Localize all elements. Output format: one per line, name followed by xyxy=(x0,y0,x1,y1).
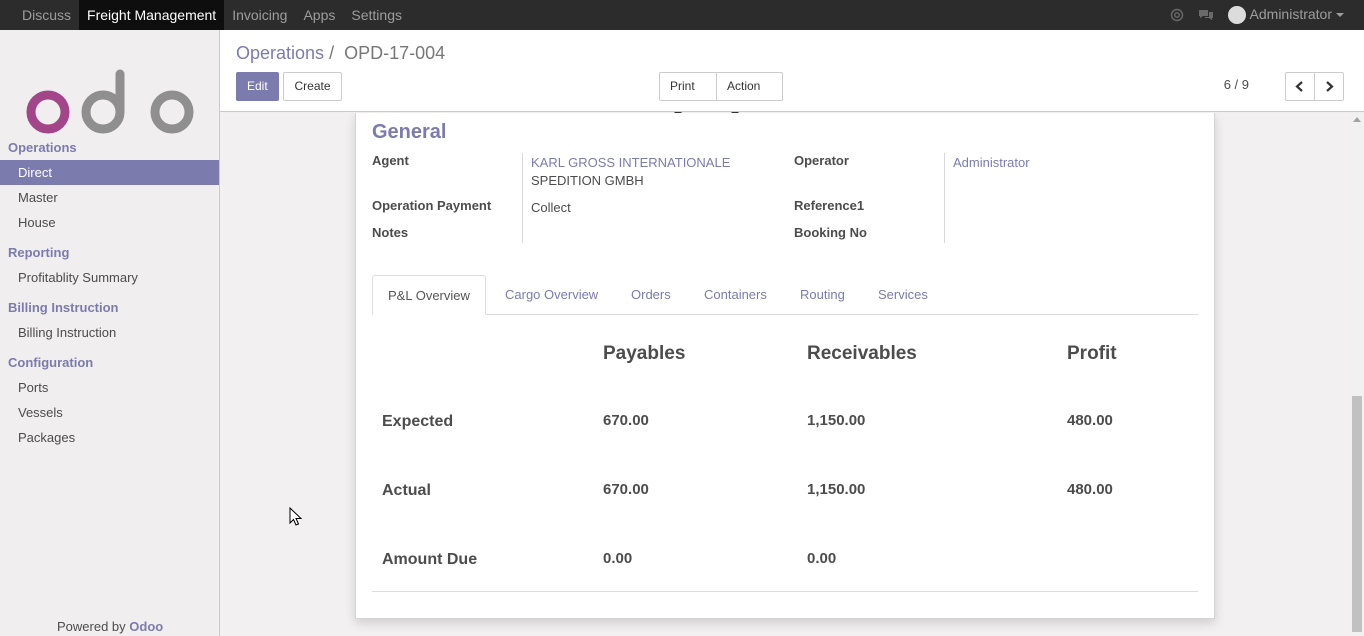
field-divider xyxy=(944,153,945,243)
print-dropdown[interactable]: Print xyxy=(659,72,717,116)
tab-routing[interactable]: Routing xyxy=(785,275,860,315)
pager-previous-button[interactable] xyxy=(1285,72,1315,101)
control-panel: Operations / OPD-17-004 Edit Create Prin… xyxy=(220,30,1364,116)
tab-pl-overview[interactable]: P&L Overview xyxy=(372,275,486,315)
section-title-general: General xyxy=(372,121,447,143)
user-name: Administrator xyxy=(1249,5,1332,22)
sidebar: Operations Direct Master House Reporting… xyxy=(0,30,220,636)
form-sheet: General Agent KARL GROSS INTERNATIONALE … xyxy=(355,113,1215,619)
sidebar-section-configuration: Configuration xyxy=(8,355,94,370)
sidebar-item-billing-instruction[interactable]: Billing Instruction xyxy=(0,320,219,345)
menu-apps[interactable]: Apps xyxy=(295,0,343,30)
menu-invoicing[interactable]: Invoicing xyxy=(224,0,295,30)
row-label-actual: Actual xyxy=(382,482,431,499)
edit-button[interactable]: Edit xyxy=(236,72,279,101)
field-divider xyxy=(522,153,523,243)
expected-payables: 670.00 xyxy=(603,412,649,429)
breadcrumb-current: OPD-17-004 xyxy=(344,43,446,63)
sidebar-item-profitability-summary[interactable]: Profitablity Summary xyxy=(0,265,219,290)
agent-value-line2: SPEDITION GMBH xyxy=(531,173,644,188)
top-right-systray: Administrator xyxy=(1170,0,1344,30)
tab-containers[interactable]: Containers xyxy=(689,275,782,315)
powered-by-prefix: Powered by xyxy=(57,619,126,634)
operation-payment-label: Operation Payment xyxy=(372,198,492,213)
create-button[interactable]: Create xyxy=(283,72,342,101)
menu-freight-management[interactable]: Freight Management xyxy=(79,0,225,30)
chevron-right-icon xyxy=(1326,81,1334,92)
breadcrumb-operations[interactable]: Operations xyxy=(236,43,324,63)
powered-by: Powered by Odoo xyxy=(57,619,163,634)
agent-value-line1: KARL GROSS INTERNATIONALE xyxy=(531,155,731,170)
top-menu: Discuss Freight Management Invoicing App… xyxy=(14,0,410,30)
odoo-logo[interactable] xyxy=(26,64,194,140)
tab-services[interactable]: Services xyxy=(863,275,943,315)
form-view: General Agent KARL GROSS INTERNATIONALE … xyxy=(220,113,1350,636)
sidebar-item-packages[interactable]: Packages xyxy=(0,425,219,450)
agent-label: Agent xyxy=(372,153,409,168)
menu-discuss[interactable]: Discuss xyxy=(14,0,79,30)
top-navbar: Discuss Freight Management Invoicing App… xyxy=(0,0,1364,30)
amount-due-payables: 0.00 xyxy=(603,550,633,567)
operator-label: Operator xyxy=(794,153,849,168)
booking-no-label: Booking No xyxy=(794,225,867,240)
menu-settings[interactable]: Settings xyxy=(343,0,410,30)
action-label: Action xyxy=(727,79,761,93)
row-label-expected: Expected xyxy=(382,413,454,430)
sidebar-menu: Operations Direct Master House Reporting… xyxy=(0,136,219,450)
breadcrumb: Operations / OPD-17-004 xyxy=(236,43,445,64)
mouse-cursor-icon xyxy=(289,507,303,526)
vertical-scrollbar[interactable] xyxy=(1350,113,1364,636)
print-label: Print xyxy=(670,79,695,93)
column-header-receivables: Receivables xyxy=(807,343,917,364)
actual-profit: 480.00 xyxy=(1067,481,1113,498)
breadcrumb-separator: / xyxy=(329,43,335,63)
sidebar-section-operations: Operations xyxy=(8,140,77,155)
row-label-amount-due: Amount Due xyxy=(382,551,478,568)
reference1-label: Reference1 xyxy=(794,198,865,213)
powered-by-odoo-link[interactable]: Odoo xyxy=(129,619,163,634)
avatar xyxy=(1227,6,1246,25)
actual-payables: 670.00 xyxy=(603,481,649,498)
notes-label: Notes xyxy=(372,225,409,240)
sidebar-item-house[interactable]: House xyxy=(0,210,219,235)
tab-orders[interactable]: Orders xyxy=(616,275,686,315)
sidebar-item-vessels[interactable]: Vessels xyxy=(0,400,219,425)
expected-profit: 480.00 xyxy=(1067,412,1113,429)
sidebar-section-billing-instruction: Billing Instruction xyxy=(8,300,119,315)
chevron-left-icon xyxy=(1295,81,1303,92)
amount-due-receivables: 0.00 xyxy=(807,550,837,567)
tab-cargo-overview[interactable]: Cargo Overview xyxy=(490,275,613,315)
agent-value-link[interactable]: KARL GROSS INTERNATIONALE xyxy=(531,155,730,170)
user-menu[interactable]: Administrator xyxy=(1227,5,1344,25)
pager-value[interactable]: 6 / 9 xyxy=(1224,77,1249,92)
scroll-up-arrow-icon[interactable] xyxy=(1353,117,1361,122)
sidebar-item-master[interactable]: Master xyxy=(0,185,219,210)
chat-bubbles-icon[interactable] xyxy=(1198,8,1214,22)
action-dropdown[interactable]: Action xyxy=(716,72,783,116)
actual-receivables: 1,150.00 xyxy=(807,481,866,498)
chevron-down-icon xyxy=(1336,13,1344,18)
sidebar-section-reporting: Reporting xyxy=(8,245,70,260)
at-sign-icon[interactable] xyxy=(1170,8,1184,22)
expected-receivables: 1,150.00 xyxy=(807,412,866,429)
column-header-profit: Profit xyxy=(1067,343,1117,364)
divider xyxy=(372,591,1198,592)
operation-payment-value: Collect xyxy=(531,200,571,215)
notebook-tabs: P&L Overview Cargo Overview Orders Conta… xyxy=(372,275,1198,315)
column-header-payables: Payables xyxy=(603,343,686,364)
operator-value[interactable]: Administrator xyxy=(953,155,1030,170)
sidebar-item-ports[interactable]: Ports xyxy=(0,375,219,400)
scrollbar-thumb[interactable] xyxy=(1352,396,1362,632)
sidebar-item-direct[interactable]: Direct xyxy=(0,160,219,185)
pager-next-button[interactable] xyxy=(1314,72,1344,101)
